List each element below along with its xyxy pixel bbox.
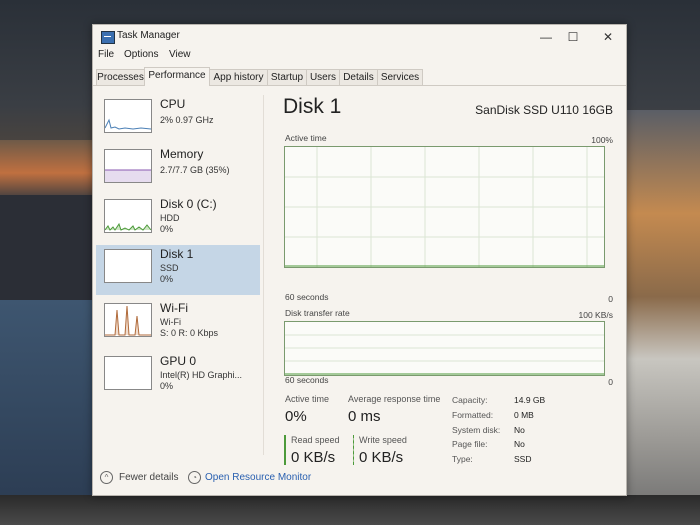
background-hill bbox=[0, 195, 95, 315]
tab-startup[interactable]: Startup bbox=[267, 69, 307, 85]
transfer-rate-graph-label: Disk transfer rate bbox=[285, 308, 350, 318]
sidebar-disk0-usage: 0% bbox=[160, 224, 174, 234]
footer-bar: ^ Fewer details ◔ Open Resource Monitor bbox=[93, 465, 626, 493]
background-buildings bbox=[625, 110, 700, 525]
sidebar-title-gpu: GPU 0 bbox=[160, 354, 197, 368]
system-disk-value: No bbox=[514, 425, 525, 435]
menu-options[interactable]: Options bbox=[124, 49, 158, 60]
sidebar-item-disk1[interactable]: Disk 1 SSD 0% bbox=[96, 245, 260, 295]
background-bottom bbox=[0, 495, 700, 525]
task-manager-icon bbox=[101, 31, 115, 44]
type-value: SSD bbox=[514, 454, 532, 464]
wifi-thumbnail bbox=[104, 303, 152, 337]
active-time-graph-min: 0 bbox=[608, 294, 613, 304]
close-button[interactable]: ✕ bbox=[593, 28, 623, 46]
menu-view[interactable]: View bbox=[169, 49, 191, 60]
write-speed-value: 0 KB/s bbox=[359, 449, 404, 466]
resource-monitor-icon: ◔ bbox=[188, 471, 201, 484]
sidebar-disk0-type: HDD bbox=[160, 213, 180, 223]
read-speed-indicator bbox=[284, 435, 286, 465]
transfer-rate-graph bbox=[284, 321, 605, 376]
minimize-button[interactable]: — bbox=[531, 28, 561, 46]
sidebar-item-memory[interactable]: Memory 2.7/7.7 GB (35%) bbox=[96, 145, 260, 195]
sidebar-divider bbox=[263, 95, 264, 455]
sidebar-wifi-speed: S: 0 R: 0 Kbps bbox=[160, 328, 219, 338]
active-time-graph bbox=[284, 146, 605, 268]
disk0-thumbnail bbox=[104, 199, 152, 233]
avg-response-label: Average response time bbox=[348, 394, 441, 404]
task-manager-window: Task Manager — ☐ ✕ File Options View Pro… bbox=[92, 24, 627, 496]
tab-users[interactable]: Users bbox=[306, 69, 340, 85]
active-time-value: 0% bbox=[285, 408, 307, 425]
sidebar-title-memory: Memory bbox=[160, 147, 204, 161]
type-label: Type: bbox=[452, 454, 473, 464]
capacity-value: 14.9 GB bbox=[514, 395, 546, 405]
page-file-label: Page file: bbox=[452, 439, 488, 449]
window-title: Task Manager bbox=[117, 30, 180, 41]
sidebar-disk1-type: SSD bbox=[160, 263, 179, 273]
page-title: Disk 1 bbox=[283, 95, 342, 118]
sidebar-title-cpu: CPU bbox=[160, 97, 186, 111]
read-speed-label: Read speed bbox=[291, 435, 340, 445]
sidebar-item-cpu[interactable]: CPU 2% 0.97 GHz bbox=[96, 95, 260, 145]
menu-file[interactable]: File bbox=[98, 49, 114, 60]
sidebar-memory-usage: 2.7/7.7 GB (35%) bbox=[160, 165, 230, 175]
sidebar-title-disk1: Disk 1 bbox=[160, 247, 194, 261]
chevron-up-icon[interactable]: ^ bbox=[100, 471, 113, 484]
sidebar-gpu-usage: 0% bbox=[160, 381, 174, 391]
tab-services[interactable]: Services bbox=[377, 69, 423, 85]
sidebar-title-disk0: Disk 0 (C:) bbox=[160, 197, 217, 211]
formatted-label: Formatted: bbox=[452, 410, 494, 420]
avg-response-value: 0 ms bbox=[348, 408, 381, 425]
write-speed-indicator bbox=[353, 435, 354, 465]
memory-thumbnail bbox=[104, 149, 152, 183]
disk-model: SanDisk SSD U110 16GB bbox=[475, 103, 613, 117]
system-disk-label: System disk: bbox=[452, 425, 501, 435]
capacity-label: Capacity: bbox=[452, 395, 488, 405]
tab-bar: Processes Performance App history Startu… bbox=[93, 67, 626, 86]
sidebar-gpu-model: Intel(R) HD Graphi... bbox=[160, 370, 243, 380]
background-sunset bbox=[0, 140, 95, 200]
active-time-graph-time: 60 seconds bbox=[285, 292, 329, 302]
sidebar-item-gpu[interactable]: GPU 0 Intel(R) HD Graphi... 0% bbox=[96, 352, 260, 402]
sidebar-title-wifi: Wi-Fi bbox=[160, 301, 188, 315]
tab-processes[interactable]: Processes bbox=[96, 69, 145, 85]
page-file-value: No bbox=[514, 439, 525, 449]
background-sea bbox=[0, 300, 95, 525]
maximize-button[interactable]: ☐ bbox=[558, 28, 588, 46]
fewer-details-button[interactable]: Fewer details bbox=[119, 472, 178, 483]
tab-app-history[interactable]: App history bbox=[209, 69, 268, 85]
sidebar-wifi-name: Wi-Fi bbox=[160, 317, 181, 327]
sidebar-cpu-usage: 2% 0.97 GHz bbox=[160, 115, 214, 125]
open-resource-monitor-link[interactable]: Open Resource Monitor bbox=[205, 472, 311, 483]
tab-performance[interactable]: Performance bbox=[144, 67, 210, 86]
formatted-value: 0 MB bbox=[514, 410, 534, 420]
sidebar-item-wifi[interactable]: Wi-Fi Wi-Fi S: 0 R: 0 Kbps bbox=[96, 299, 260, 349]
transfer-rate-graph-max: 100 KB/s bbox=[578, 310, 614, 320]
sidebar-disk1-usage: 0% bbox=[160, 274, 174, 284]
cpu-thumbnail bbox=[104, 99, 152, 133]
active-time-graph-label: Active time bbox=[285, 133, 327, 143]
sidebar-item-disk0[interactable]: Disk 0 (C:) HDD 0% bbox=[96, 195, 260, 245]
disk1-thumbnail bbox=[104, 249, 152, 283]
transfer-rate-graph-min: 0 bbox=[608, 377, 613, 387]
menu-bar: File Options View bbox=[93, 49, 626, 65]
gpu-thumbnail bbox=[104, 356, 152, 390]
active-time-graph-max: 100% bbox=[591, 135, 613, 145]
transfer-rate-graph-time: 60 seconds bbox=[285, 375, 329, 385]
write-speed-label: Write speed bbox=[359, 435, 407, 445]
active-time-label: Active time bbox=[285, 394, 330, 404]
title-bar[interactable]: Task Manager — ☐ ✕ bbox=[93, 25, 626, 49]
tab-details[interactable]: Details bbox=[339, 69, 378, 85]
read-speed-value: 0 KB/s bbox=[291, 449, 336, 466]
